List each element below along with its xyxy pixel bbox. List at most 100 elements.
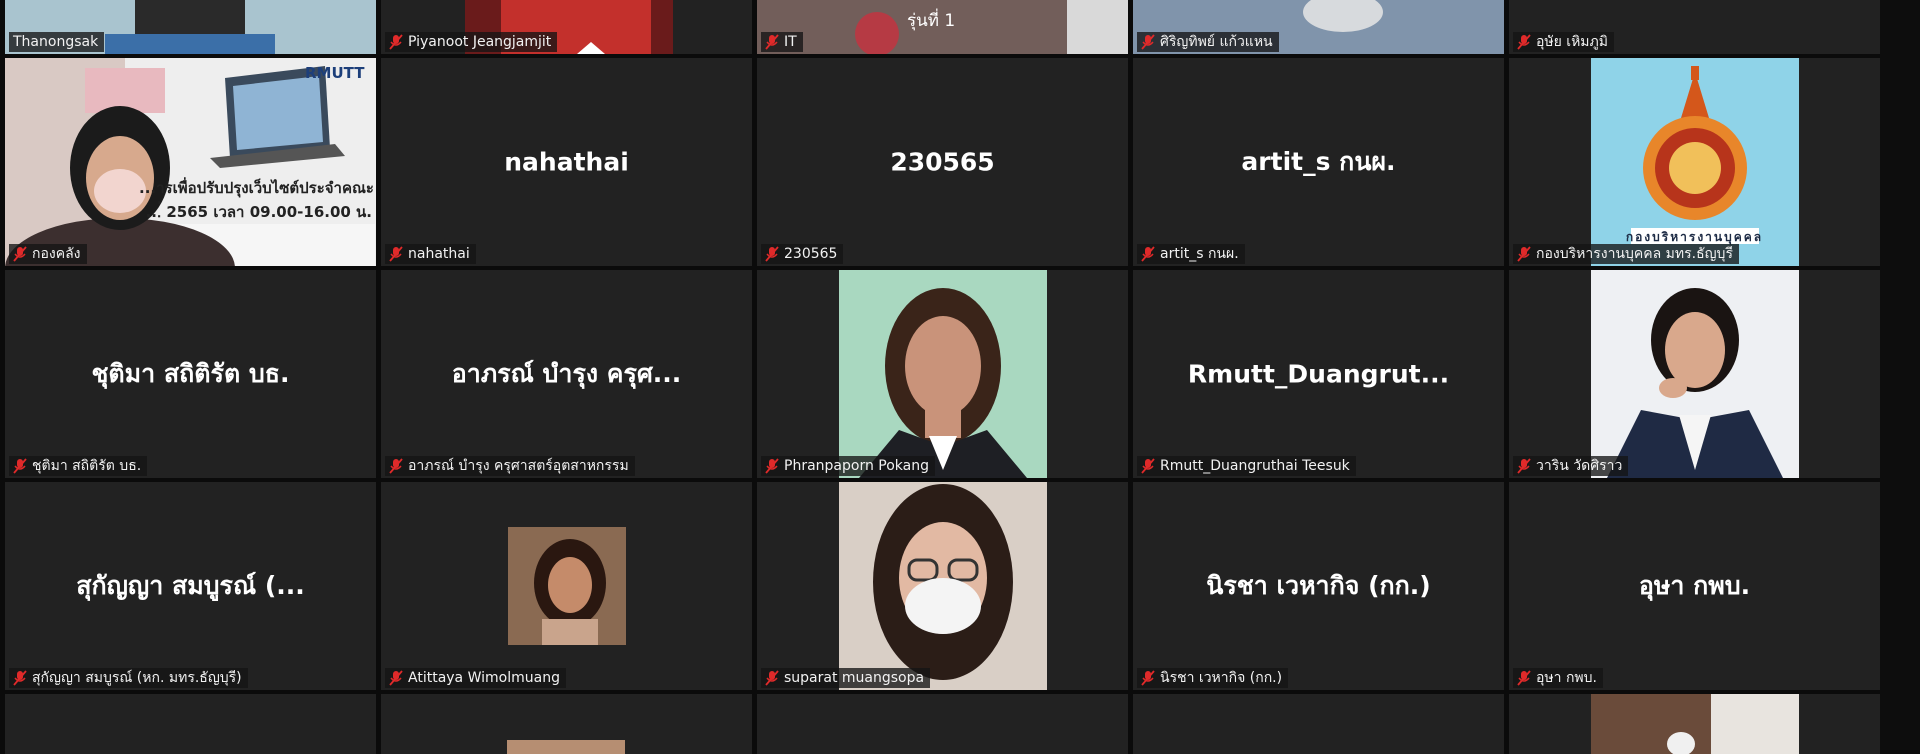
participant-name: Phranpaporn Pokang	[784, 458, 929, 474]
participant-name: nahathai	[408, 246, 470, 262]
muted-mic-icon	[765, 670, 779, 686]
participant-name: Rmutt_Duangruthai Teesuk	[1160, 458, 1350, 474]
participant-tile-t3[interactable]: รุ่นที่ 1 IT	[757, 0, 1128, 54]
muted-mic-icon	[765, 246, 779, 262]
participant-name: อาภรณ์ บำรุง ครุศาสตร์อุตสาหกรรม	[408, 458, 629, 474]
participant-name-tag: วาริน วัดศิราว	[1513, 456, 1629, 476]
muted-mic-icon	[1517, 34, 1531, 50]
participant-name-tag: นิรชา เวหากิจ (กก.)	[1137, 668, 1289, 688]
participant-name-tag: Phranpaporn Pokang	[761, 456, 935, 476]
muted-mic-icon	[1141, 458, 1155, 474]
participant-tile-t4[interactable]: ศิริญทิพย์ แก้วแหน	[1133, 0, 1504, 54]
participant-name-tag: Thanongsak	[9, 32, 105, 52]
muted-mic-icon	[389, 670, 403, 686]
participant-name-tag: suparat muangsopa	[761, 668, 931, 688]
participant-display-name: สุกัญญา สมบูรณ์ (...	[76, 571, 305, 600]
participant-name: suparat muangsopa	[784, 670, 925, 686]
participant-name-tag: 230565	[761, 244, 844, 264]
participant-display-name: อาภรณ์ บำรุง ครุศ...	[451, 359, 682, 388]
participant-name: กองบริหารงานบุคคล มทร.ธัญบุรี	[1536, 246, 1733, 262]
participant-name: Thanongsak	[13, 34, 99, 50]
participant-name-tag: Piyanoot Jeangjamjit	[385, 32, 558, 52]
muted-mic-icon	[389, 34, 403, 50]
participant-name-tag: กองบริหารงานบุคคล มทร.ธัญบุรี	[1513, 244, 1739, 264]
muted-mic-icon	[1517, 670, 1531, 686]
banner-text: ...ารเพื่อปรับปรุงเว็บไซต์ประจำคณะ	[139, 179, 374, 197]
muted-mic-icon	[1141, 246, 1155, 262]
muted-mic-icon	[389, 246, 403, 262]
participant-tile-t23[interactable]	[757, 694, 1128, 754]
participant-tile-t7[interactable]: nahathai nahathai	[381, 58, 752, 266]
participant-name-tag: อุษัย เหิมภูมิ	[1513, 32, 1614, 52]
participant-name: สุกัญญา สมบูรณ์ (หก. มทร.ธัญบุรี)	[32, 670, 242, 686]
participant-display-name: nahathai	[504, 147, 629, 177]
participant-tile-t20[interactable]: อุษา กพบ. อุษา กพบ.	[1509, 482, 1880, 690]
participant-tile-t1[interactable]: Thanongsak	[5, 0, 376, 54]
participant-tile-t21[interactable]	[5, 694, 376, 754]
participant-tile-t19[interactable]: นิรชา เวหากิจ (กก.) นิรชา เวหากิจ (กก.)	[1133, 482, 1504, 690]
participant-name-tag: artit_s กนผ.	[1137, 244, 1245, 264]
participant-tile-t10[interactable]: กองบริหารงานบุคคล กองบริหารงานบุคคล มทร.…	[1509, 58, 1880, 266]
participant-tile-t5[interactable]: อุษัย เหิมภูมิ	[1509, 0, 1880, 54]
participant-tile-t12[interactable]: อาภรณ์ บำรุง ครุศ... อาภรณ์ บำรุง ครุศาส…	[381, 270, 752, 478]
participant-tile-t2[interactable]: Piyanoot Jeangjamjit	[381, 0, 752, 54]
participant-display-name: artit_s กนผ.	[1241, 147, 1396, 176]
participant-tile-t24[interactable]	[1133, 694, 1504, 754]
participant-photo	[507, 527, 626, 645]
participant-tile-t17[interactable]: Atittaya Wimolmuang	[381, 482, 752, 690]
participant-tile-t14[interactable]: Rmutt_Duangrut... Rmutt_Duangruthai Tees…	[1133, 270, 1504, 478]
participant-tile-t15[interactable]: วาริน วัดศิราว	[1509, 270, 1880, 478]
participant-gallery: Thanongsak Piyanoot Jeangjamjit รุ่นที่ …	[5, 0, 1880, 754]
participant-photo	[838, 270, 1047, 478]
participant-name: artit_s กนผ.	[1160, 246, 1239, 262]
muted-mic-icon	[389, 458, 403, 474]
participant-tile-t16[interactable]: สุกัญญา สมบูรณ์ (... สุกัญญา สมบูรณ์ (หก…	[5, 482, 376, 690]
participant-display-name: Rmutt_Duangrut...	[1187, 359, 1450, 389]
participant-tile-t25[interactable]	[1509, 694, 1880, 754]
participant-photo	[838, 482, 1047, 690]
participant-name: นิรชา เวหากิจ (กก.)	[1160, 670, 1283, 686]
participant-tile-t9[interactable]: artit_s กนผ. artit_s กนผ.	[1133, 58, 1504, 266]
participant-name-tag: อาภรณ์ บำรุง ครุศาสตร์อุตสาหกรรม	[385, 456, 635, 476]
banner-logo: RMUTT	[305, 64, 365, 82]
participant-tile-t11[interactable]: ชุติมา สถิติรัต บธ. ชุติมา สถิติรัต บธ.	[5, 270, 376, 478]
participant-name-tag: ศิริญทิพย์ แก้วแหน	[1137, 32, 1279, 52]
participant-tile-t6[interactable]: RMUTT ...ารเพื่อปรับปรุงเว็บไซต์ประจำคณะ…	[5, 58, 376, 266]
participant-tile-t22[interactable]	[381, 694, 752, 754]
muted-mic-icon	[13, 670, 27, 686]
muted-mic-icon	[765, 34, 779, 50]
participant-name: 230565	[784, 246, 838, 262]
participant-display-name: อุษา กพบ.	[1638, 571, 1751, 600]
participant-display-name: นิรชา เวหากิจ (กก.)	[1206, 571, 1431, 600]
participant-display-name: ชุติมา สถิติรัต บธ.	[91, 359, 290, 388]
muted-mic-icon	[1141, 670, 1155, 686]
participant-name: ชุติมา สถิติรัต บธ.	[32, 458, 142, 474]
muted-mic-icon	[1517, 246, 1531, 262]
participant-video	[5, 58, 376, 266]
participant-name-tag: สุกัญญา สมบูรณ์ (หก. มทร.ธัญบุรี)	[9, 668, 248, 688]
participant-name: กองคลัง	[32, 246, 81, 262]
participant-photo	[507, 740, 625, 754]
participant-name-tag: Rmutt_Duangruthai Teesuk	[1137, 456, 1356, 476]
participant-name: อุษัย เหิมภูมิ	[1536, 34, 1608, 50]
participant-name-tag: กองคลัง	[9, 244, 87, 264]
banner-text: ...่ 2565 เวลา 09.00-16.00 น.	[145, 203, 372, 221]
participant-photo	[1590, 270, 1799, 478]
participant-name: วาริน วัดศิราว	[1536, 458, 1623, 474]
participant-tile-t8[interactable]: 230565 230565	[757, 58, 1128, 266]
participant-name: อุษา กพบ.	[1536, 670, 1597, 686]
participant-tile-t13[interactable]: Phranpaporn Pokang	[757, 270, 1128, 478]
participant-tile-t18[interactable]: suparat muangsopa	[757, 482, 1128, 690]
muted-mic-icon	[13, 246, 27, 262]
participant-name: Atittaya Wimolmuang	[408, 670, 560, 686]
right-edge-strip	[1880, 0, 1920, 750]
participant-name: ศิริญทิพย์ แก้วแหน	[1160, 34, 1273, 50]
video-overlay-text: รุ่นที่ 1	[907, 11, 956, 31]
muted-mic-icon	[1517, 458, 1531, 474]
participant-name-tag: nahathai	[385, 244, 476, 264]
muted-mic-icon	[765, 458, 779, 474]
participant-photo	[1590, 694, 1799, 754]
participant-display-name: 230565	[890, 147, 995, 177]
muted-mic-icon	[1141, 34, 1155, 50]
participant-name-tag: อุษา กพบ.	[1513, 668, 1603, 688]
